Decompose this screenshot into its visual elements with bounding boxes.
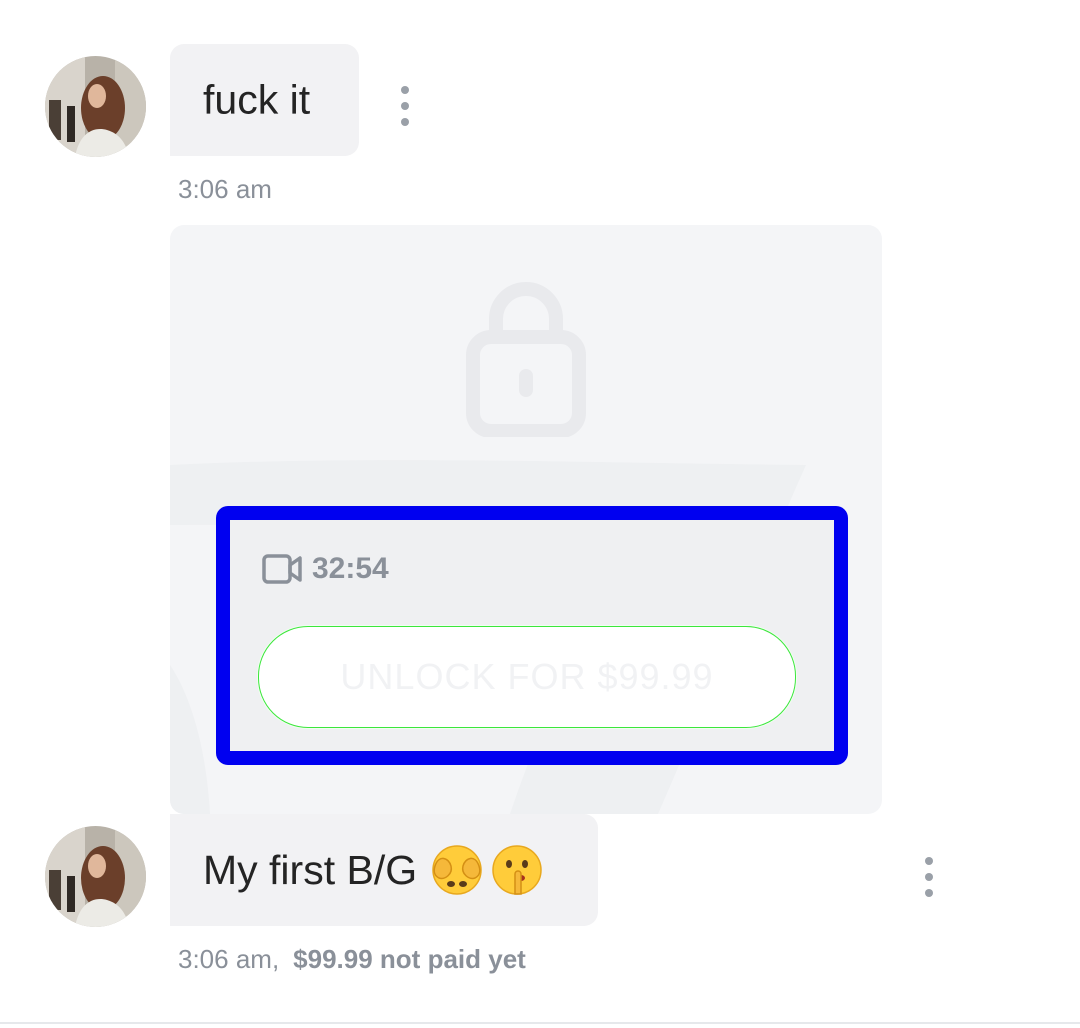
chat-thread: fuck it 3:06 am 32:54 UNLOCK FOR $99.99 …	[0, 0, 1080, 1028]
media-info: 32:54	[262, 552, 389, 586]
more-vertical-icon-dot	[401, 86, 409, 94]
message-timestamp: 3:06 am,	[178, 944, 280, 974]
video-camera-icon	[262, 554, 302, 584]
avatar-photo	[45, 56, 146, 157]
avatar[interactable]	[45, 56, 146, 157]
message-meta: 3:06 am, $99.99 not paid yet	[178, 944, 526, 975]
unlock-button-label: UNLOCK FOR $99.99	[340, 656, 714, 697]
media-preview-box[interactable]: 32:54 UNLOCK FOR $99.99	[216, 506, 848, 765]
lock-icon	[466, 282, 586, 437]
more-vertical-icon-dot	[401, 118, 409, 126]
locked-media-card[interactable]: 32:54 UNLOCK FOR $99.99	[170, 225, 882, 814]
shushing-face-icon	[491, 844, 543, 896]
video-duration: 32:54	[312, 552, 389, 585]
price-status: $99.99 not paid yet	[293, 944, 526, 974]
message-text: My first B/G	[203, 846, 418, 893]
more-vertical-icon-dot	[925, 889, 933, 897]
message-text-row: My first B/G	[203, 844, 543, 896]
more-vertical-icon-dot	[401, 102, 409, 110]
unlock-button[interactable]: UNLOCK FOR $99.99	[258, 626, 796, 728]
avatar-photo	[45, 826, 146, 927]
divider	[0, 1022, 1080, 1024]
message-text: fuck it	[203, 76, 311, 123]
more-vertical-icon-dot	[925, 873, 933, 881]
avatar[interactable]	[45, 826, 146, 927]
message-options-button[interactable]	[917, 857, 941, 897]
face-with-open-eyes-and-hand-over-mouth-icon	[431, 844, 483, 896]
message-timestamp: 3:06 am	[178, 174, 272, 204]
message-bubble[interactable]: fuck it	[170, 44, 359, 156]
message-options-button[interactable]	[393, 86, 417, 126]
more-vertical-icon-dot	[925, 857, 933, 865]
message-bubble[interactable]: My first B/G	[170, 814, 598, 926]
